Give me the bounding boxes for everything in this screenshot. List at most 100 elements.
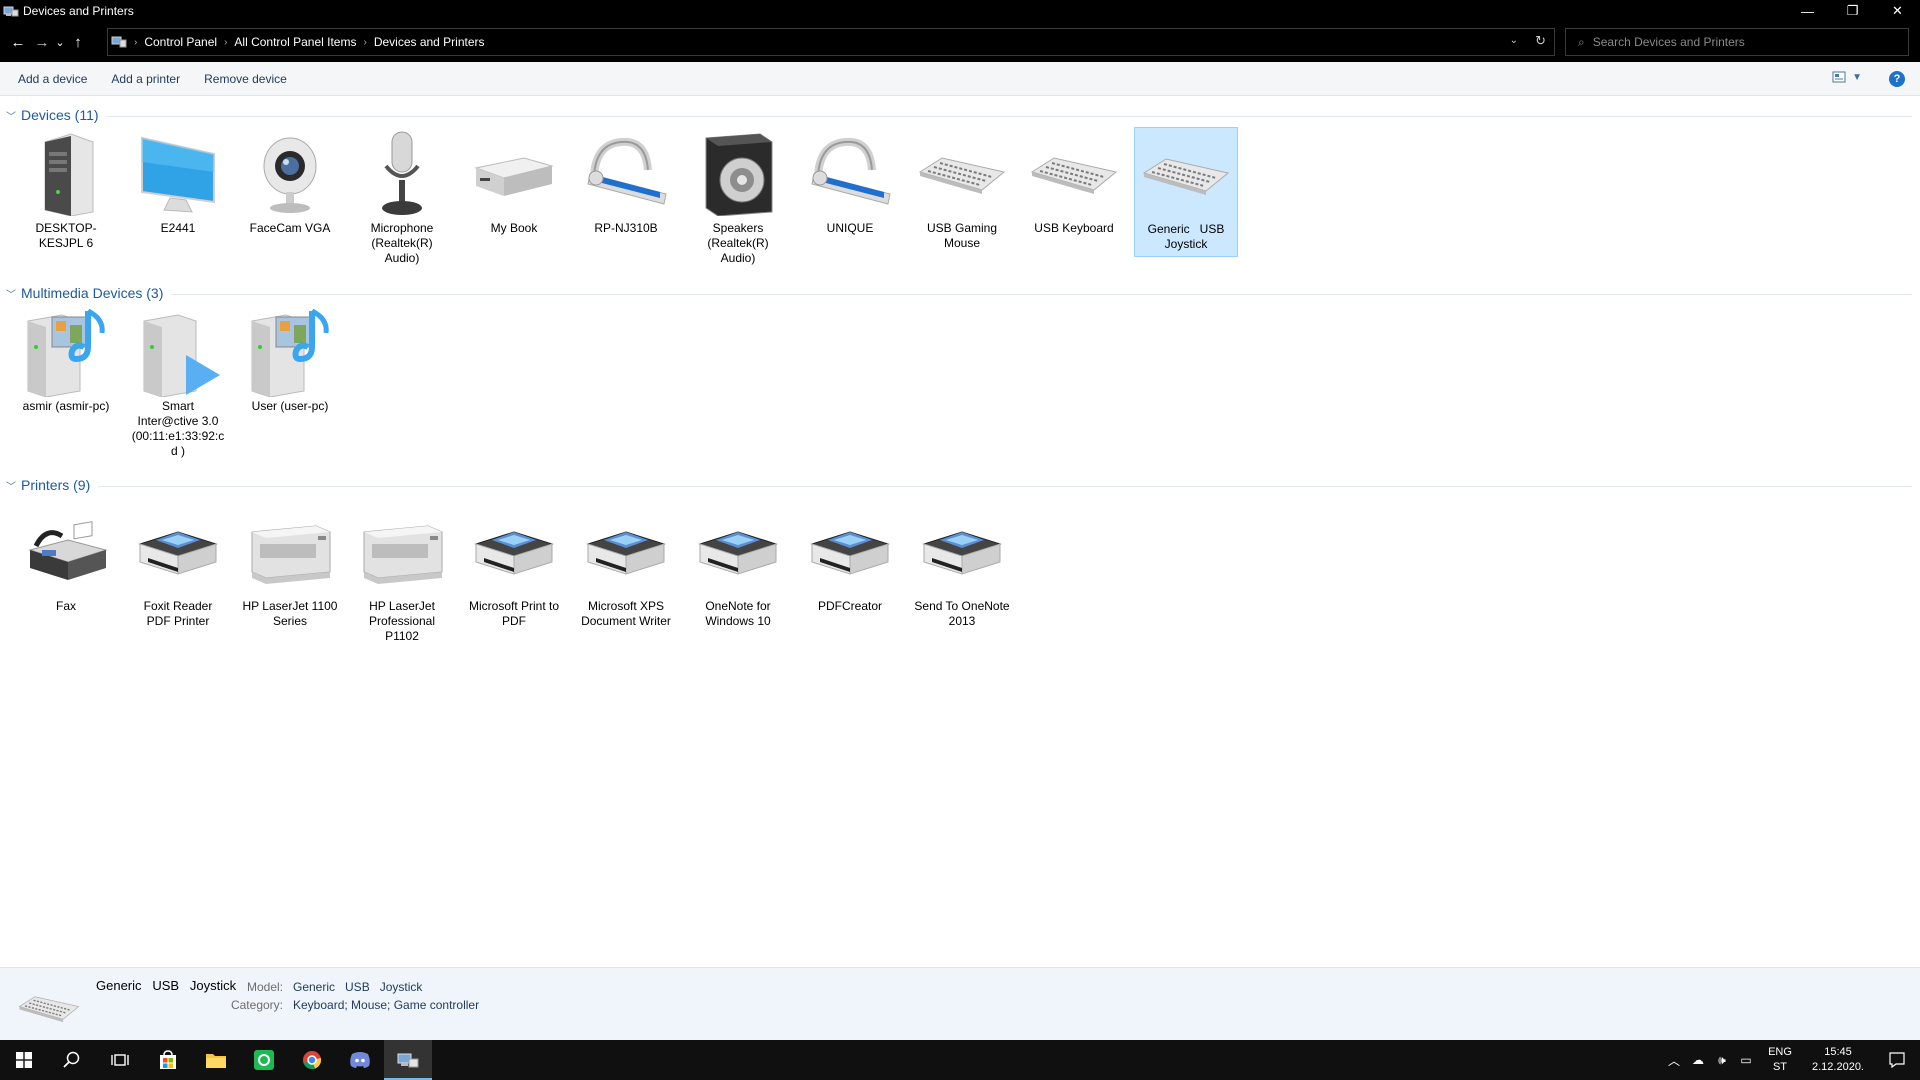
monitor-icon xyxy=(141,136,215,213)
device-tile[interactable]: RP-NJ310B xyxy=(574,127,678,240)
keyboard-layout: ST xyxy=(1772,1061,1788,1073)
group-header-devices[interactable]: ﹀ Devices (11) xyxy=(6,105,1912,125)
printer-tile[interactable]: Foxit Reader PDF Printer xyxy=(126,505,230,633)
microphone-icon xyxy=(382,131,422,215)
chevron-up-icon[interactable]: ︿ xyxy=(1662,1052,1686,1069)
chevron-right-icon: › xyxy=(224,36,228,48)
device-tile[interactable]: E2441 xyxy=(126,127,230,240)
close-button[interactable]: ✕ xyxy=(1875,0,1920,22)
device-tile[interactable]: USB Keyboard xyxy=(1022,127,1126,240)
devices-printers-taskbar-button[interactable] xyxy=(384,1040,432,1080)
printer-tile[interactable]: Microsoft XPS Document Writer xyxy=(574,505,678,633)
chevron-down-icon[interactable]: ﹀ xyxy=(6,286,20,301)
laser-printer-icon xyxy=(251,525,331,584)
printer-tile[interactable]: Fax xyxy=(14,505,118,618)
media-device-tile[interactable]: asmir (asmir-pc) xyxy=(14,305,118,418)
file-explorer-button[interactable] xyxy=(192,1040,240,1080)
media-device-label: Smart Inter@ctive 3.0 (00:11:e1:33:92:cd… xyxy=(131,399,225,458)
device-label: DESKTOP-KESJPL 6 xyxy=(35,221,97,250)
action-center-button[interactable] xyxy=(1874,1052,1920,1068)
keyboard-icon xyxy=(1142,158,1230,195)
address-bar: ← → ⌄ ↑ › Control Panel › All Control Pa… xyxy=(0,22,1920,62)
address-path[interactable]: › Control Panel › All Control Panel Item… xyxy=(107,28,1555,56)
store-app-button[interactable] xyxy=(144,1040,192,1080)
breadcrumb-devices-printers[interactable]: Devices and Printers xyxy=(370,35,489,49)
task-view-button[interactable] xyxy=(96,1040,144,1080)
media-server-icon xyxy=(27,308,105,397)
printer-tile[interactable]: HP LaserJet 1100 Series xyxy=(238,505,342,633)
printer-tile[interactable]: Microsoft Print to PDF xyxy=(462,505,566,633)
back-button[interactable]: ← xyxy=(6,27,30,57)
device-tile[interactable]: DESKTOP-KESJPL 6 xyxy=(14,127,118,255)
notification-icon xyxy=(1889,1052,1905,1068)
chevron-down-icon[interactable]: ﹀ xyxy=(6,478,20,493)
group-header-multimedia[interactable]: ﹀ Multimedia Devices (3) xyxy=(6,283,1912,303)
chevron-down-icon[interactable]: ﹀ xyxy=(6,108,20,123)
device-tile[interactable]: Microphone (Realtek(R) Audio) xyxy=(350,127,454,270)
language-code: ENG xyxy=(1768,1046,1792,1058)
minimize-button[interactable]: — xyxy=(1785,0,1830,22)
device-label: UNIQUE xyxy=(826,221,874,235)
discord-button[interactable] xyxy=(336,1040,384,1080)
chrome-icon xyxy=(303,1051,322,1070)
printer-label: HP LaserJet 1100 Series xyxy=(242,599,338,628)
help-button[interactable]: ? xyxy=(1889,71,1905,87)
add-printer-button[interactable]: Add a printer xyxy=(99,65,192,93)
device-label: Speakers (Realtek(R) Audio) xyxy=(707,221,769,265)
store-icon xyxy=(160,1050,176,1069)
headset-icon xyxy=(811,137,891,205)
search-input[interactable] xyxy=(1592,35,1893,49)
green-app-button[interactable] xyxy=(240,1040,288,1080)
details-model-value: Generic USB Joystick xyxy=(293,980,423,994)
command-bar: Add a device Add a printer Remove device… xyxy=(0,62,1920,96)
device-tile[interactable]: FaceCam VGA xyxy=(238,127,342,240)
chrome-button[interactable] xyxy=(288,1040,336,1080)
breadcrumb-control-panel[interactable]: Control Panel xyxy=(140,35,221,49)
folder-icon xyxy=(206,1054,226,1068)
network-icon[interactable]: ▭ xyxy=(1734,1053,1758,1067)
keyboard-icon xyxy=(18,996,80,1023)
chevron-down-icon[interactable]: ⌄ xyxy=(1510,35,1518,46)
device-tile[interactable]: UNIQUE xyxy=(798,127,902,240)
search-icon: ⌕ xyxy=(1578,34,1585,49)
media-device-tile[interactable]: Smart Inter@ctive 3.0 (00:11:e1:33:92:cd… xyxy=(126,305,230,463)
start-button[interactable] xyxy=(0,1040,48,1080)
clock[interactable]: 15:45 2.12.2020. xyxy=(1802,1045,1874,1075)
volume-icon[interactable]: 🕪 xyxy=(1710,1053,1734,1068)
printer-tile[interactable]: HP LaserJet Professional P1102 xyxy=(350,505,454,648)
group-header-printers[interactable]: ﹀ Printers (9) xyxy=(6,475,1912,495)
forward-button[interactable]: → xyxy=(30,27,54,57)
group-divider xyxy=(171,293,1912,295)
recent-locations-button[interactable]: ⌄ xyxy=(54,27,66,57)
device-tile-selected[interactable]: Generic USB Joystick xyxy=(1134,127,1238,257)
remove-device-button[interactable]: Remove device xyxy=(192,65,299,93)
printer-tile[interactable]: Send To OneNote 2013 xyxy=(910,505,1014,633)
media-device-label: asmir (asmir-pc) xyxy=(22,399,110,413)
printer-tile[interactable]: OneNote for Windows 10 xyxy=(686,505,790,633)
up-button[interactable]: ↑ xyxy=(66,27,90,57)
view-dropdown-icon[interactable]: ▼ xyxy=(1852,72,1862,83)
onedrive-icon[interactable]: ☁ xyxy=(1686,1053,1710,1067)
device-tile[interactable]: Speakers (Realtek(R) Audio) xyxy=(686,127,790,270)
breadcrumb-all-items[interactable]: All Control Panel Items xyxy=(230,35,360,49)
refresh-icon[interactable]: ↻ xyxy=(1535,33,1546,49)
windows-logo-icon xyxy=(16,1052,32,1068)
printer-icon xyxy=(586,531,666,575)
restore-button[interactable]: ❐ xyxy=(1830,0,1875,22)
device-label: RP-NJ310B xyxy=(594,221,658,235)
language-indicator[interactable]: ENG ST xyxy=(1758,1045,1802,1075)
details-model-label: Model: xyxy=(246,980,283,994)
content-area: ﹀ Devices (11) DESKTOP-KESJPL 6 E2441 Fa… xyxy=(0,97,1920,967)
details-category-label: Category: xyxy=(230,998,283,1012)
change-view-button[interactable]: ▼ xyxy=(1832,71,1862,83)
printer-tile[interactable]: PDFCreator xyxy=(798,505,902,618)
media-device-tile[interactable]: User (user-pc) xyxy=(238,305,342,418)
add-device-button[interactable]: Add a device xyxy=(6,65,99,93)
search-box[interactable]: ⌕ xyxy=(1565,28,1909,56)
devices-printers-icon xyxy=(397,1053,419,1068)
window-title: Devices and Printers xyxy=(23,4,134,18)
device-tile[interactable]: USB Gaming Mouse xyxy=(910,127,1014,255)
device-tile[interactable]: My Book xyxy=(462,127,566,240)
search-taskbar-button[interactable] xyxy=(48,1040,96,1080)
printer-label: HP LaserJet Professional P1102 xyxy=(368,599,436,643)
